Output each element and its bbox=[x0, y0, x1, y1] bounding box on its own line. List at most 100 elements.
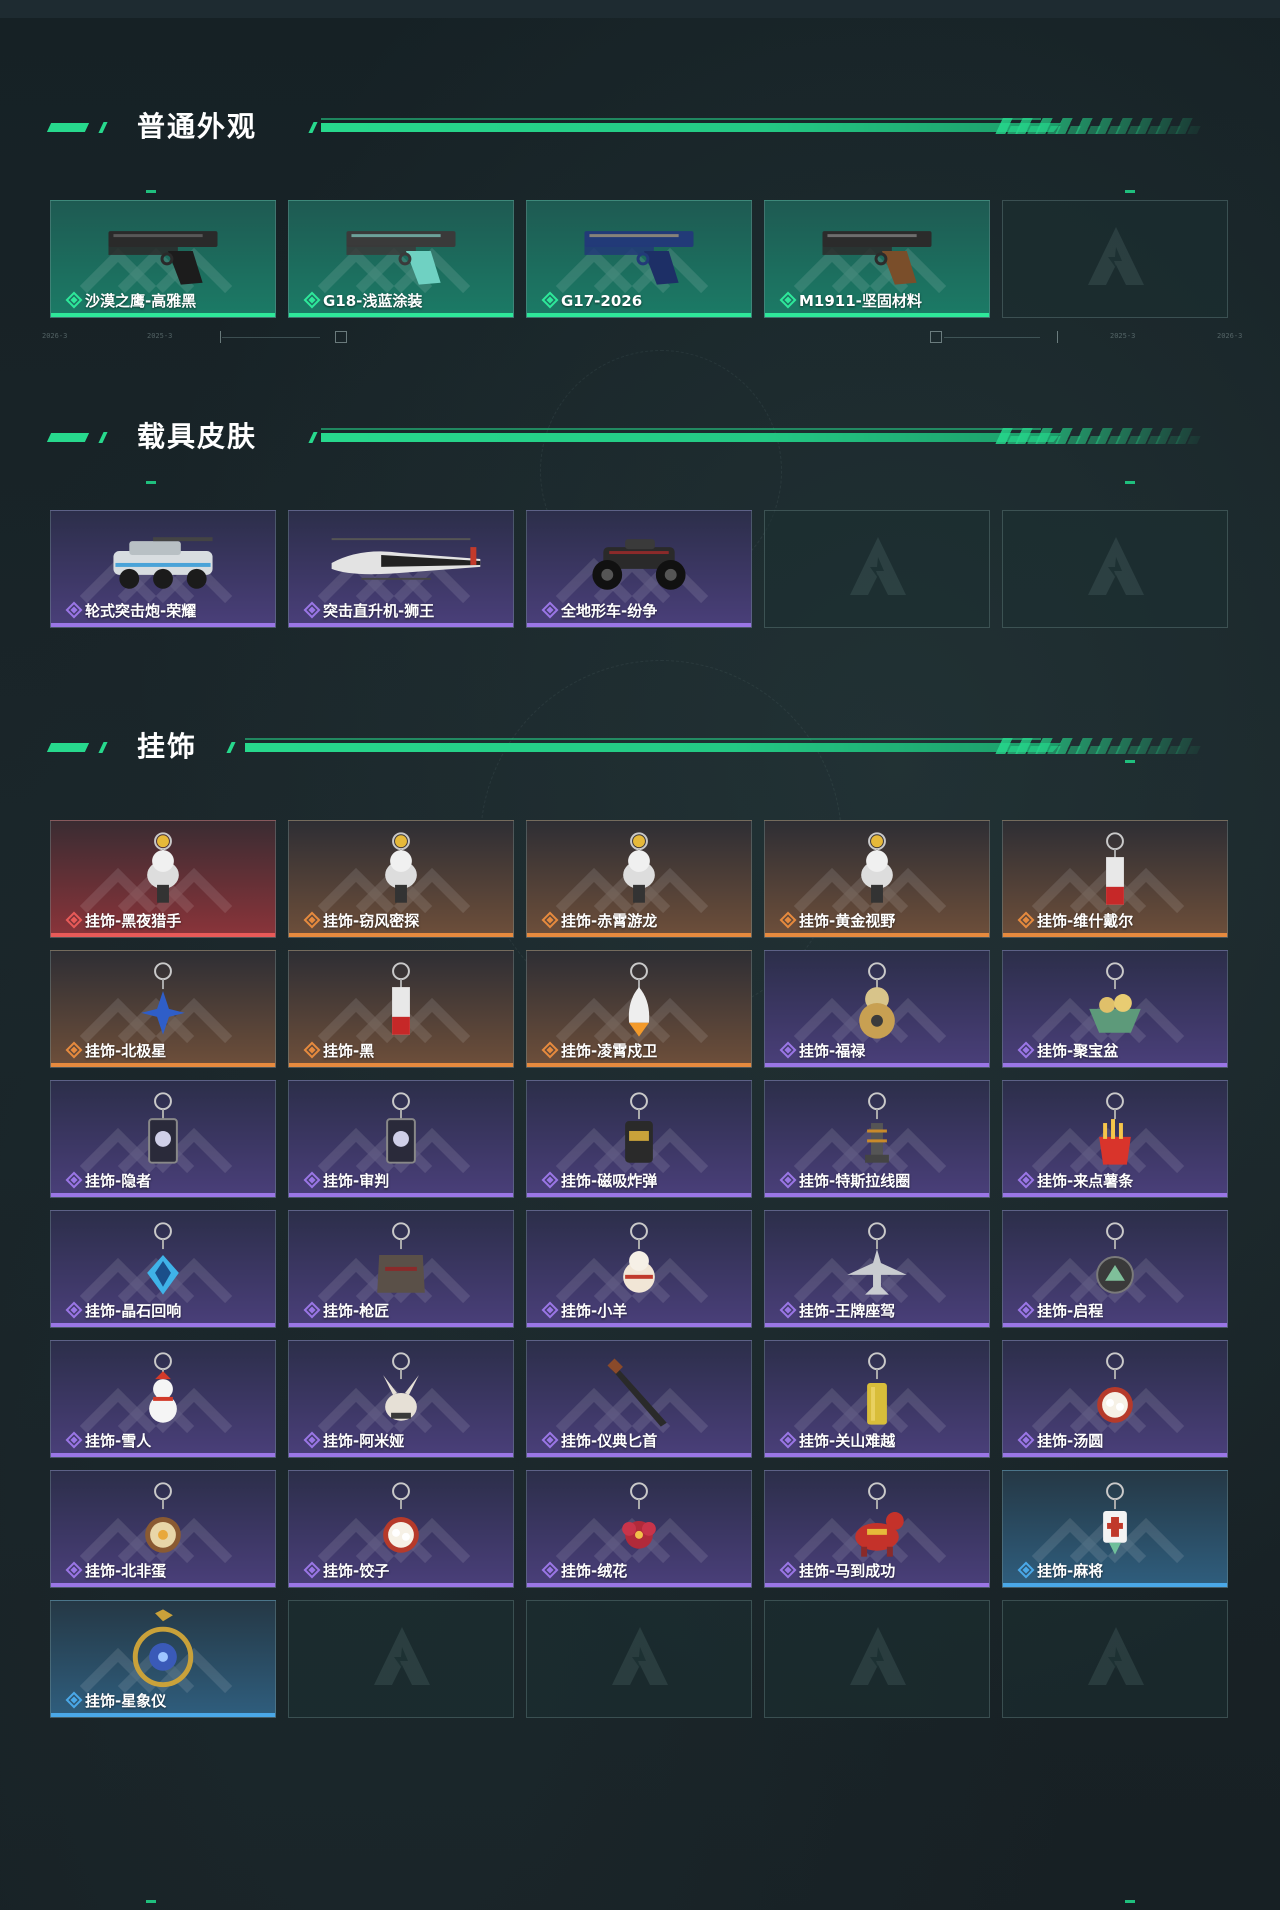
charm-horse-icon bbox=[855, 1482, 904, 1557]
item-label: G17-2026 bbox=[561, 292, 643, 310]
item-label: 挂饰-赤霄游龙 bbox=[561, 912, 658, 930]
empty-slot bbox=[764, 1600, 990, 1718]
charm-star-icon bbox=[141, 962, 185, 1035]
rarity-diamond-icon bbox=[65, 1431, 83, 1449]
item-card[interactable]: 挂饰-赤霄游龙 bbox=[526, 820, 752, 938]
divider-label: 2025-3 bbox=[1110, 332, 1136, 340]
item-card[interactable]: 挂饰-星象仪 bbox=[50, 1600, 276, 1718]
section-header-vehicle-skins: 载具皮肤 bbox=[46, 419, 1203, 455]
item-label: 挂饰-绒花 bbox=[561, 1562, 628, 1580]
item-label: 挂饰-窃风密探 bbox=[323, 912, 420, 930]
item-card[interactable]: 挂饰-枪匠 bbox=[288, 1210, 514, 1328]
item-card[interactable]: 挂饰-关山难越 bbox=[764, 1340, 990, 1458]
section-header-normal-skins: 普通外观 bbox=[46, 109, 1203, 145]
rarity-diamond-icon bbox=[303, 1301, 321, 1319]
item-card[interactable]: 挂饰-来点薯条 bbox=[1002, 1080, 1228, 1198]
item-label: 挂饰-北极星 bbox=[85, 1042, 167, 1060]
rarity-diamond-icon bbox=[65, 1301, 83, 1319]
item-card[interactable]: 挂饰-晶石回响 bbox=[50, 1210, 276, 1328]
item-card[interactable]: M1911-坚固材料 bbox=[764, 200, 990, 318]
item-card[interactable]: 挂饰-凌霄戍卫 bbox=[526, 950, 752, 1068]
charm-sheep-icon bbox=[623, 1222, 655, 1293]
header-accent-bar bbox=[46, 123, 90, 132]
rarity-bar bbox=[1003, 1063, 1227, 1067]
rarity-bar bbox=[51, 313, 275, 317]
corner-mark bbox=[1125, 760, 1135, 763]
rarity-bar bbox=[765, 1323, 989, 1327]
rarity-diamond-icon bbox=[779, 1171, 797, 1189]
item-card[interactable]: 挂饰-启程 bbox=[1002, 1210, 1228, 1328]
item-card[interactable]: 沙漠之鹰-高雅黑 bbox=[50, 200, 276, 318]
item-card[interactable]: 挂饰-隐者 bbox=[50, 1080, 276, 1198]
rarity-diamond-icon bbox=[1017, 1561, 1035, 1579]
placeholder-logo-icon bbox=[610, 1623, 670, 1693]
item-card[interactable]: 挂饰-福禄 bbox=[764, 950, 990, 1068]
item-card[interactable]: 挂饰-麻将 bbox=[1002, 1470, 1228, 1588]
charm-treasure-bowl-icon bbox=[1089, 962, 1141, 1033]
item-card[interactable]: 挂饰-聚宝盆 bbox=[1002, 950, 1228, 1068]
charm-jet-icon bbox=[847, 1222, 907, 1295]
rarity-bar bbox=[51, 1193, 275, 1197]
header-accent-tick bbox=[308, 432, 318, 443]
charm-card-icon bbox=[386, 1092, 416, 1164]
header-accent-tick bbox=[308, 122, 318, 133]
item-card[interactable]: 挂饰-黑 bbox=[288, 950, 514, 1068]
rarity-diamond-icon bbox=[779, 911, 797, 929]
item-label: 挂饰-磁吸炸弹 bbox=[561, 1172, 658, 1190]
vehicle-atv-icon bbox=[592, 539, 686, 590]
rarity-bar bbox=[527, 1583, 751, 1587]
item-card[interactable]: 挂饰-黄金视野 bbox=[764, 820, 990, 938]
item-card[interactable]: 挂饰-雪人 bbox=[50, 1340, 276, 1458]
item-card[interactable]: 挂饰-窃风密探 bbox=[288, 820, 514, 938]
item-card[interactable]: 挂饰-饺子 bbox=[288, 1470, 514, 1588]
rarity-diamond-icon bbox=[65, 1561, 83, 1579]
item-card[interactable]: 挂饰-北非蛋 bbox=[50, 1470, 276, 1588]
item-card[interactable]: 挂饰-审判 bbox=[288, 1080, 514, 1198]
item-card[interactable]: 全地形车-纷争 bbox=[526, 510, 752, 628]
item-card[interactable]: 挂饰-磁吸炸弹 bbox=[526, 1080, 752, 1198]
item-card[interactable]: 挂饰-特斯拉线圈 bbox=[764, 1080, 990, 1198]
header-thin-line bbox=[245, 738, 1041, 740]
placeholder-logo-icon bbox=[1086, 533, 1146, 603]
rarity-diamond-icon bbox=[541, 1561, 559, 1579]
pistol-g18-light-blue-icon bbox=[346, 231, 456, 285]
charm-rabbit-icon bbox=[383, 1352, 419, 1421]
rarity-diamond-icon bbox=[779, 1301, 797, 1319]
item-label: 挂饰-特斯拉线圈 bbox=[799, 1172, 911, 1190]
item-card[interactable]: 挂饰-阿米娅 bbox=[288, 1340, 514, 1458]
item-card[interactable]: 挂饰-汤圆 bbox=[1002, 1340, 1228, 1458]
header-checker-pattern bbox=[997, 436, 1201, 444]
item-label: 挂饰-枪匠 bbox=[323, 1302, 390, 1320]
item-label: G18-浅蓝涂装 bbox=[323, 292, 423, 310]
empty-slot bbox=[526, 1600, 752, 1718]
corner-mark bbox=[1125, 190, 1135, 193]
item-card[interactable]: 挂饰-黑夜猎手 bbox=[50, 820, 276, 938]
item-card[interactable]: G18-浅蓝涂装 bbox=[288, 200, 514, 318]
item-card[interactable]: 挂饰-小羊 bbox=[526, 1210, 752, 1328]
item-card[interactable]: G17-2026 bbox=[526, 200, 752, 318]
rarity-bar bbox=[527, 1193, 751, 1197]
section-title: 普通外观 bbox=[137, 110, 258, 143]
rarity-bar bbox=[765, 933, 989, 937]
divider-tick bbox=[220, 331, 221, 343]
rarity-bar bbox=[765, 1193, 989, 1197]
item-label: 挂饰-小羊 bbox=[561, 1302, 628, 1320]
divider-label: 2026-3 bbox=[1217, 332, 1243, 340]
item-card[interactable]: 挂饰-马到成功 bbox=[764, 1470, 990, 1588]
item-card[interactable]: 挂饰-王牌座驾 bbox=[764, 1210, 990, 1328]
rarity-bar bbox=[51, 933, 275, 937]
section-header-charms: 挂饰 bbox=[46, 729, 1203, 765]
item-card[interactable]: 挂饰-仪典匕首 bbox=[526, 1340, 752, 1458]
item-card[interactable]: 挂饰-北极星 bbox=[50, 950, 276, 1068]
rarity-diamond-icon bbox=[541, 1171, 559, 1189]
item-label: 挂饰-维什戴尔 bbox=[1037, 912, 1134, 930]
empty-slot bbox=[764, 510, 990, 628]
rarity-diamond-icon bbox=[541, 1041, 559, 1059]
item-card[interactable]: 挂饰-绒花 bbox=[526, 1470, 752, 1588]
item-card[interactable]: 挂饰-维什戴尔 bbox=[1002, 820, 1228, 938]
rarity-bar bbox=[51, 1583, 275, 1587]
item-card[interactable]: 突击直升机-狮王 bbox=[288, 510, 514, 628]
header-accent-bar bbox=[46, 743, 90, 752]
corner-mark bbox=[146, 1900, 156, 1903]
item-card[interactable]: 轮式突击炮-荣耀 bbox=[50, 510, 276, 628]
